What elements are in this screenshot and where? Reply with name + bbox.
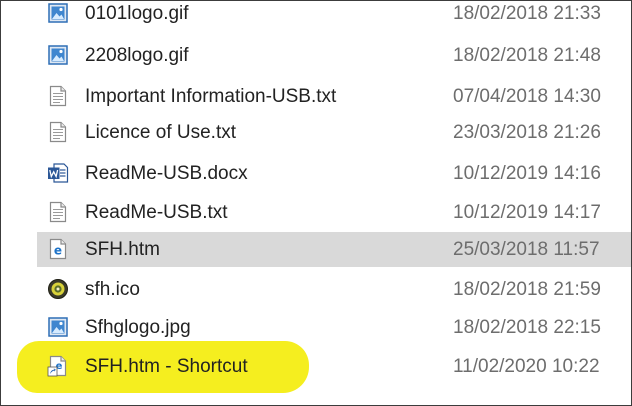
file-name: SFH.htm — [85, 239, 160, 260]
file-row-0101logo-gif[interactable]: 0101logo.gif 18/02/2018 21:33 — [37, 1, 631, 31]
file-date-modified: 11/02/2020 10:22 — [453, 356, 600, 377]
file-date-modified: 18/02/2018 21:33 — [453, 3, 601, 24]
html-file-icon: e — [47, 238, 69, 260]
text-file-icon — [47, 121, 69, 143]
file-name: 2208logo.gif — [85, 45, 189, 66]
file-name: Important Information-USB.txt — [85, 86, 337, 107]
file-row-licence-of-use-txt[interactable]: Licence of Use.txt 23/03/2018 21:26 — [37, 115, 631, 150]
file-name: ReadMe-USB.txt — [85, 202, 228, 223]
file-row-important-information-usb-txt[interactable]: Important Information-USB.txt 07/04/2018… — [37, 79, 631, 114]
file-name: SFH.htm - Shortcut — [85, 356, 248, 377]
image-file-icon — [47, 2, 69, 24]
file-date-modified: 10/12/2019 14:16 — [453, 163, 601, 184]
text-file-icon — [47, 85, 69, 107]
file-explorer-list-view: 0101logo.gif 18/02/2018 21:33 2208logo.g… — [0, 0, 632, 406]
file-date-modified: 07/04/2018 14:30 — [453, 86, 601, 107]
ico-file-icon — [47, 278, 69, 300]
file-date-modified: 18/02/2018 22:15 — [453, 317, 601, 338]
file-date-modified: 10/12/2019 14:17 — [453, 202, 601, 223]
shortcut-file-icon: e — [47, 355, 69, 377]
image-file-icon — [47, 316, 69, 338]
svg-text:e: e — [54, 244, 62, 258]
file-name: sfh.ico — [85, 279, 140, 300]
word-document-icon — [47, 162, 69, 184]
text-file-icon — [47, 201, 69, 223]
file-date-modified: 18/02/2018 21:48 — [453, 45, 601, 66]
file-name: ReadMe-USB.docx — [85, 163, 248, 184]
file-name: Sfhglogo.jpg — [85, 317, 191, 338]
file-row-sfhglogo-jpg[interactable]: Sfhglogo.jpg 18/02/2018 22:15 — [37, 310, 631, 345]
file-date-modified: 18/02/2018 21:59 — [453, 279, 601, 300]
file-row-sfh-htm[interactable]: e SFH.htm 25/03/2018 11:57 — [37, 232, 631, 267]
file-date-modified: 23/03/2018 21:26 — [453, 122, 601, 143]
file-row-sfh-htm-shortcut[interactable]: e SFH.htm - Shortcut 11/02/2020 10:22 — [37, 349, 631, 384]
file-row-readme-usb-docx[interactable]: ReadMe-USB.docx 10/12/2019 14:16 — [37, 156, 631, 191]
file-row-2208logo-gif[interactable]: 2208logo.gif 18/02/2018 21:48 — [37, 38, 631, 73]
file-row-readme-usb-txt[interactable]: ReadMe-USB.txt 10/12/2019 14:17 — [37, 195, 631, 230]
file-name: 0101logo.gif — [85, 3, 189, 24]
file-name: Licence of Use.txt — [85, 122, 237, 143]
image-file-icon — [47, 44, 69, 66]
file-row-sfh-ico[interactable]: sfh.ico 18/02/2018 21:59 — [37, 272, 631, 307]
file-date-modified: 25/03/2018 11:57 — [453, 239, 600, 260]
